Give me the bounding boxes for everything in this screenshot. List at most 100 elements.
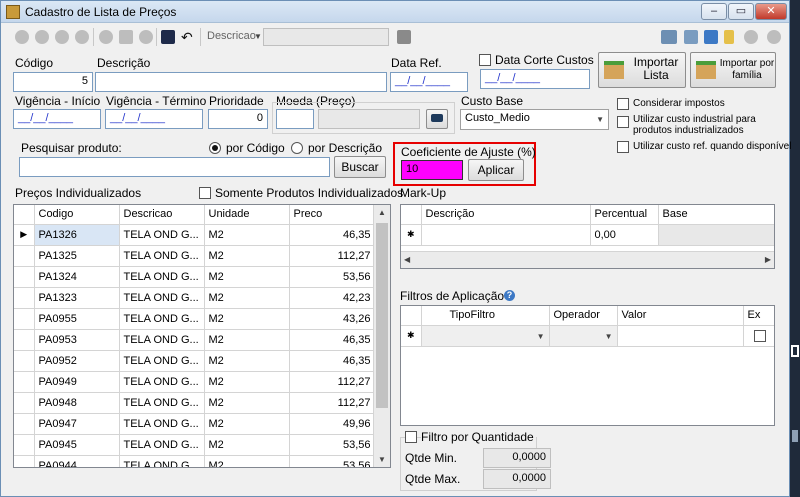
qtde-max-input[interactable]: 0,0000 [483, 469, 551, 489]
codigo-cell[interactable]: PA1324 [34, 266, 120, 288]
preco-cell[interactable]: 43,26 [289, 308, 376, 330]
table-row[interactable]: PA1325 TELA OND G... M2 112,27 [14, 245, 376, 267]
precos-grid[interactable]: Codigo Descricao Unidade Preco ▶ PA1326 TE… [13, 204, 391, 468]
help-icon[interactable] [767, 30, 781, 44]
row-header[interactable] [14, 287, 35, 309]
ex-cell[interactable] [743, 325, 774, 347]
descricao-cell[interactable]: TELA OND G... [119, 392, 205, 414]
descricao-cell[interactable]: TELA OND G... [119, 413, 205, 435]
unidade-cell[interactable]: M2 [204, 392, 290, 414]
scroll-down-icon[interactable]: ▼ [378, 455, 386, 464]
descricao-cell[interactable]: TELA OND G... [119, 266, 205, 288]
chevron-down-icon[interactable]: ▼ [254, 32, 262, 41]
unidade-cell[interactable]: M2 [204, 266, 290, 288]
descricao-cell[interactable]: TELA OND G... [119, 350, 205, 372]
row-header[interactable] [14, 455, 35, 467]
unidade-cell[interactable]: M2 [204, 224, 290, 246]
filtros-new-row[interactable]: ✱ ▼ ▼ [401, 325, 774, 347]
data-corte-checkbox[interactable] [479, 54, 491, 66]
table-row[interactable]: PA0945 TELA OND G... M2 53,56 [14, 434, 376, 456]
col-operador[interactable]: Operador [549, 306, 618, 326]
col-valor[interactable]: Valor [617, 306, 744, 326]
calculator-icon[interactable] [397, 30, 411, 44]
close-button[interactable]: ✕ [755, 3, 787, 20]
table-row[interactable]: PA0955 TELA OND G... M2 43,26 [14, 308, 376, 330]
considerar-impostos-checkbox[interactable] [617, 98, 629, 110]
row-header[interactable] [14, 371, 35, 393]
table-row[interactable]: PA0944 TELA OND G... M2 53,56 [14, 455, 376, 467]
preco-cell[interactable]: 46,35 [289, 224, 376, 246]
maximize-button[interactable]: ▭ [728, 3, 754, 20]
codigo-cell[interactable]: PA0955 [34, 308, 120, 330]
filtros-grid[interactable]: TipoFiltro Operador Valor Ex ✱ ▼ ▼ [400, 305, 775, 426]
save-icon[interactable] [161, 30, 175, 44]
codigo-cell[interactable]: PA1323 [34, 287, 120, 309]
filtro-quantidade-checkbox[interactable] [405, 431, 417, 443]
row-header[interactable] [14, 413, 35, 435]
qtde-min-input[interactable]: 0,0000 [483, 448, 551, 468]
unidade-cell[interactable]: M2 [204, 371, 290, 393]
table-row[interactable]: ▶ PA1326 TELA OND G... M2 46,35 [14, 224, 376, 246]
minimize-button[interactable]: – [701, 3, 727, 20]
table-row[interactable]: PA0949 TELA OND G... M2 112,27 [14, 371, 376, 393]
report-icon[interactable] [704, 30, 718, 44]
row-header[interactable] [14, 308, 35, 330]
descricao-cell[interactable]: TELA OND G... [119, 434, 205, 456]
markup-grid[interactable]: Descrição Percentual Base ✱ 0,00 ◀ ▶ [400, 204, 775, 269]
prioridade-input[interactable]: 0 [208, 109, 268, 129]
edit-icon[interactable] [119, 30, 133, 44]
add-icon[interactable] [99, 30, 113, 44]
operador-combo[interactable]: ▼ [549, 325, 618, 347]
col-preco[interactable]: Preco [289, 205, 376, 225]
codigo-cell[interactable]: PA0944 [34, 455, 120, 467]
row-header[interactable] [14, 266, 35, 288]
unidade-cell[interactable]: M2 [204, 329, 290, 351]
por-descricao-radio[interactable] [291, 142, 303, 154]
delete-icon[interactable] [139, 30, 153, 44]
table-row[interactable]: PA1323 TELA OND G... M2 42,23 [14, 287, 376, 309]
ex-checkbox[interactable] [753, 329, 766, 342]
preco-cell[interactable]: 112,27 [289, 392, 376, 414]
markup-new-row[interactable]: ✱ 0,00 [401, 224, 774, 246]
table-row[interactable]: PA0953 TELA OND G... M2 46,35 [14, 329, 376, 351]
unidade-cell[interactable]: M2 [204, 287, 290, 309]
table-row[interactable]: PA0948 TELA OND G... M2 112,27 [14, 392, 376, 414]
descricao-cell[interactable]: TELA OND G... [119, 329, 205, 351]
custo-ref-checkbox[interactable] [617, 141, 629, 153]
last-record-icon[interactable] [75, 30, 89, 44]
col-markup-descricao[interactable]: Descrição [421, 205, 591, 225]
buscar-button[interactable]: Buscar [334, 156, 386, 178]
first-record-icon[interactable] [15, 30, 29, 44]
preco-cell[interactable]: 112,27 [289, 371, 376, 393]
scroll-left-icon[interactable]: ◀ [404, 255, 410, 264]
user-icon[interactable] [744, 30, 758, 44]
toolbar-search-input[interactable] [263, 28, 389, 46]
somente-individualizados-checkbox[interactable] [199, 187, 211, 199]
col-unidade[interactable]: Unidade [204, 205, 290, 225]
col-tipo-filtro[interactable]: TipoFiltro [421, 306, 550, 326]
importar-familia-button[interactable]: Importar por família [690, 52, 776, 88]
valor-cell[interactable] [617, 325, 744, 347]
search-field-label[interactable]: Descricao [207, 30, 256, 42]
col-ex[interactable]: Ex [743, 306, 774, 326]
descricao-cell[interactable]: TELA OND G... [119, 308, 205, 330]
unidade-cell[interactable]: M2 [204, 413, 290, 435]
moeda-code-input[interactable] [276, 109, 314, 129]
custo-base-select[interactable]: Custo_Medio ▼ [460, 109, 609, 130]
codigo-cell[interactable]: PA1325 [34, 245, 120, 267]
ajuste-input[interactable]: 10 [401, 160, 463, 180]
preco-cell[interactable]: 49,96 [289, 413, 376, 435]
previous-record-icon[interactable] [35, 30, 49, 44]
scroll-up-icon[interactable]: ▲ [378, 208, 386, 217]
codigo-cell[interactable]: PA0945 [34, 434, 120, 456]
help-icon[interactable]: ? [504, 290, 515, 301]
preco-cell[interactable]: 42,23 [289, 287, 376, 309]
col-markup-base[interactable]: Base [658, 205, 774, 225]
markup-descricao-cell[interactable] [421, 224, 591, 246]
row-header[interactable] [14, 392, 35, 414]
col-codigo[interactable]: Codigo [34, 205, 120, 225]
vigencia-termino-input[interactable]: __/__/____ [105, 109, 203, 129]
col-markup-percentual[interactable]: Percentual [590, 205, 659, 225]
pin-icon[interactable] [724, 30, 734, 44]
preco-cell[interactable]: 53,56 [289, 455, 376, 467]
